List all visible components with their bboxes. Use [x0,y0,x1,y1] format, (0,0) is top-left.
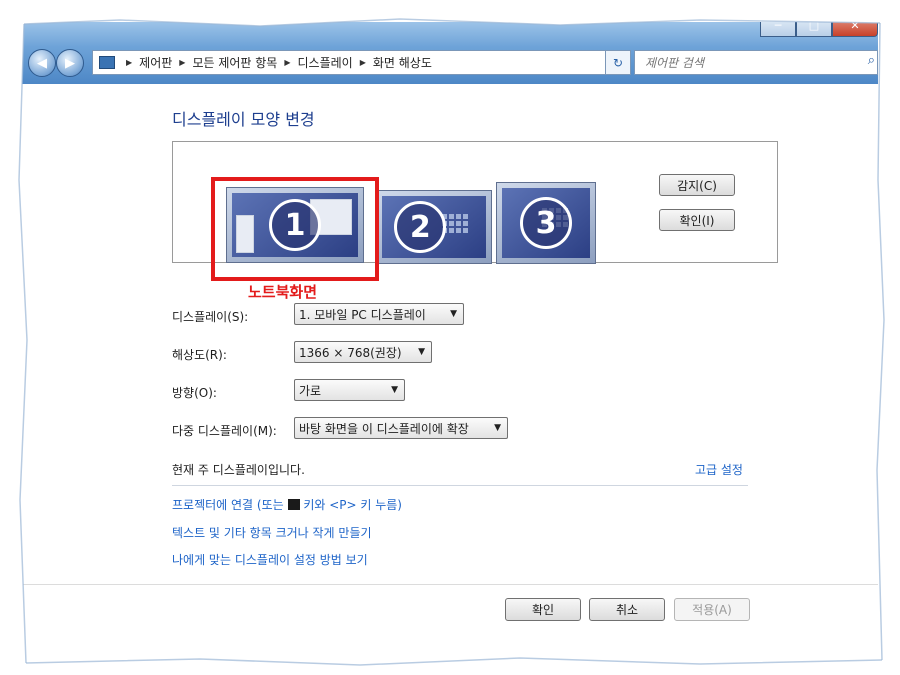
projector-link-text: 프로젝터에 연결 (또는 [172,498,288,512]
breadcrumb-screen-resolution[interactable]: 화면 해상도 [373,54,432,71]
navigation-bar: ◀ ▶ ▶ 제어판 ▶ 모든 제어판 항목 ▶ 디스플레이 ▶ 화면 해상도 ▼… [22,47,878,77]
chevron-down-icon: ▼ [494,423,501,433]
projector-link-suffix: 키와 <P> 키 누름) [299,498,402,512]
control-panel-window: ─ □ ✕ ◀ ▶ ▶ 제어판 ▶ 모든 제어판 항목 ▶ 디스플레이 ▶ 화면… [22,22,878,660]
monitor-number: 3 [520,197,572,249]
highlight-box [211,177,379,281]
multiple-displays-select[interactable]: 바탕 화면을 이 디스플레이에 확장 ▼ [294,417,508,439]
search-box: ⌕ [634,50,878,75]
multiple-displays-select-value: 바탕 화면을 이 디스플레이에 확장 [299,421,469,436]
title-bar: ─ □ ✕ ◀ ▶ ▶ 제어판 ▶ 모든 제어판 항목 ▶ 디스플레이 ▶ 화면… [22,22,878,84]
identify-button[interactable]: 확인(I) [659,209,735,231]
detect-button[interactable]: 감지(C) [659,174,735,196]
resolution-select-value: 1366 × 768(권장) [299,345,402,360]
resolution-select[interactable]: 1366 × 768(권장) ▼ [294,341,432,363]
chevron-right-icon[interactable]: ▶ [284,58,290,67]
chevron-right-icon[interactable]: ▶ [126,58,132,67]
page-title: 디스플레이 모양 변경 [172,110,315,129]
address-bar[interactable]: ▶ 제어판 ▶ 모든 제어판 항목 ▶ 디스플레이 ▶ 화면 해상도 ▼ [92,50,626,75]
monitor-3[interactable]: 3 [496,182,596,264]
chevron-down-icon: ▼ [391,385,398,395]
annotation-label: 노트북화면 [248,283,318,301]
forward-button[interactable]: ▶ [56,49,84,77]
monitor-2[interactable]: 2 [376,190,492,264]
display-select[interactable]: 1. 모바일 PC 디스플레이 ▼ [294,303,464,325]
monitor-number: 2 [394,201,447,253]
search-icon[interactable]: ⌕ [868,53,875,68]
breadcrumb-display[interactable]: 디스플레이 [298,54,353,71]
chevron-right-icon[interactable]: ▶ [360,58,366,67]
orientation-label: 방향(O): [172,386,217,400]
cancel-button[interactable]: 취소 [589,598,665,621]
main-content: 디스플레이 모양 변경 1 2 3 노트북화면 감지(C) 확인(I) 디스플레… [22,84,878,660]
divider [172,485,748,486]
orientation-select[interactable]: 가로 ▼ [294,379,405,401]
resolution-label: 해상도(R): [172,348,227,362]
chevron-right-icon[interactable]: ▶ [179,58,185,67]
display-label: 디스플레이(S): [172,310,249,324]
text-size-link[interactable]: 텍스트 및 기타 항목 크거나 작게 만들기 [172,524,372,541]
projector-link[interactable]: 프로젝터에 연결 (또는 키와 <P> 키 누름) [172,496,402,513]
divider [22,584,878,585]
ok-button[interactable]: 확인 [505,598,581,621]
display-help-link[interactable]: 나에게 맞는 디스플레이 설정 방법 보기 [172,551,368,568]
close-button[interactable]: ✕ [832,22,878,37]
advanced-settings-link[interactable]: 고급 설정 [695,461,743,478]
refresh-button[interactable]: ↻ [605,50,631,75]
breadcrumb-all-items[interactable]: 모든 제어판 항목 [192,54,277,71]
orientation-select-value: 가로 [299,383,322,398]
status-text: 현재 주 디스플레이입니다. [172,463,305,477]
window-controls: ─ □ ✕ [760,22,878,37]
display-select-value: 1. 모바일 PC 디스플레이 [299,307,426,322]
windows-key-icon [287,499,300,510]
breadcrumb-control-panel[interactable]: 제어판 [139,54,172,71]
control-panel-icon [99,56,115,69]
maximize-button[interactable]: □ [796,22,832,37]
back-button[interactable]: ◀ [28,49,56,77]
multiple-displays-label: 다중 디스플레이(M): [172,424,277,438]
search-input[interactable] [643,54,857,71]
refresh-icon: ↻ [612,55,624,70]
chevron-down-icon: ▼ [418,347,425,357]
apply-button[interactable]: 적용(A) [674,598,750,621]
chevron-down-icon: ▼ [450,309,457,319]
minimize-button[interactable]: ─ [760,22,796,37]
